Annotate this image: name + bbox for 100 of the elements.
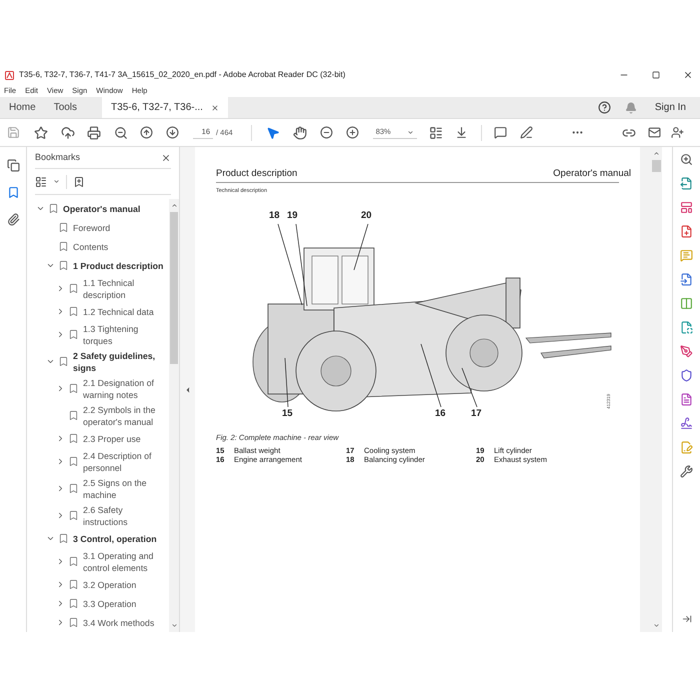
bookmark-icon [68, 383, 79, 394]
expand-panel-icon[interactable] [682, 614, 692, 624]
bookmark-item[interactable]: 2.4 Description of personnel [83, 450, 167, 474]
bookmark-item[interactable]: 2.2 Symbols in the operator's manual [83, 404, 167, 428]
scrollbar-thumb[interactable] [652, 160, 661, 172]
caret-icon[interactable] [406, 128, 414, 136]
options-icon[interactable] [35, 176, 47, 188]
expand-chevron-icon[interactable] [56, 457, 65, 466]
bookmark-item[interactable]: 1 Product description [73, 260, 164, 272]
callout-number: 15 [282, 408, 293, 418]
bookmark-item[interactable]: 1.3 Tightening torques [83, 322, 167, 346]
document-scan-icon[interactable] [680, 321, 693, 334]
collapse-chevron-icon[interactable] [46, 534, 55, 543]
bookmark-item[interactable]: 3.4 Work methods [83, 616, 154, 628]
previous-page-icon[interactable] [140, 126, 153, 139]
paperclip-icon[interactable] [6, 213, 20, 226]
zoom-in-circle-icon[interactable] [346, 126, 359, 139]
bookmark-item[interactable]: 2.6 Safety instructions [83, 504, 167, 528]
bookmark-item[interactable]: 2 Safety guidelines, signs [73, 350, 167, 374]
user-add-icon[interactable] [670, 126, 684, 139]
expand-chevron-icon[interactable] [56, 384, 65, 393]
bookmark-item[interactable]: 1.2 Technical data [83, 306, 154, 318]
help-icon[interactable] [598, 101, 611, 114]
expand-chevron-icon[interactable] [56, 599, 65, 608]
collapse-chevron-icon[interactable] [46, 261, 55, 270]
add-bookmark-icon[interactable] [73, 176, 85, 188]
maximize-icon[interactable] [652, 71, 660, 79]
scrollbar-thumb[interactable] [170, 212, 178, 364]
bookmark-icon[interactable] [6, 186, 20, 199]
columns-icon[interactable] [680, 297, 693, 310]
expand-chevron-icon[interactable] [56, 330, 65, 339]
hand-icon[interactable] [292, 126, 307, 140]
tab[interactable]: Home [0, 97, 45, 118]
collapse-chevron-icon[interactable] [36, 204, 45, 213]
bookmark-icon [58, 260, 69, 271]
expand-chevron-icon[interactable] [56, 580, 65, 589]
bookmark-icon [68, 617, 79, 628]
bookmark-icon [58, 356, 69, 367]
bookmark-item[interactable]: 1.1 Technical description [83, 276, 167, 300]
callout-number: 18 [269, 210, 280, 220]
pointer-icon[interactable] [266, 126, 280, 140]
bookmark-item[interactable]: 3.1 Operating and control elements [83, 550, 167, 574]
scroll-down-icon[interactable] [653, 622, 660, 629]
star-icon[interactable] [34, 126, 48, 140]
pen-icon[interactable] [520, 126, 533, 139]
search-icon[interactable] [680, 153, 693, 166]
pages-icon[interactable] [6, 159, 20, 172]
expand-chevron-icon[interactable] [56, 557, 65, 566]
bookmark-icon [68, 579, 79, 590]
comment-icon[interactable] [494, 126, 507, 139]
scrollbar[interactable] [169, 199, 179, 632]
cloud-upload-icon[interactable] [61, 126, 75, 140]
expand-chevron-icon[interactable] [56, 484, 65, 493]
mail-icon[interactable] [648, 126, 661, 139]
app-logo-icon [5, 70, 14, 80]
bookmark-item[interactable]: 2.5 Signs on the machine [83, 476, 167, 500]
bookmark-item[interactable]: 3 Control, operation [73, 532, 157, 544]
close-tab-icon[interactable] [210, 104, 219, 112]
bookmark-icon [68, 329, 79, 340]
zoom-out-circle-icon[interactable] [320, 126, 333, 139]
document-icon[interactable] [680, 393, 693, 406]
bookmark-item[interactable]: Foreword [73, 222, 110, 234]
expand-chevron-icon[interactable] [56, 511, 65, 520]
bookmark-item[interactable]: 3.2 Operation [83, 578, 136, 590]
scroll-up-icon[interactable] [653, 150, 660, 157]
shield-icon[interactable] [680, 369, 693, 382]
wrench-icon[interactable] [680, 465, 693, 478]
bookmark-icon [68, 598, 79, 609]
close-icon[interactable] [683, 70, 693, 80]
expand-chevron-icon[interactable] [56, 618, 65, 627]
expand-chevron-icon[interactable] [56, 307, 65, 316]
tab[interactable]: Tools [44, 97, 86, 118]
bookmark-item[interactable]: 2.3 Proper use [83, 432, 141, 444]
collapse-chevron-icon[interactable] [46, 357, 55, 366]
bookmark-item[interactable]: 3.3 Operation [83, 598, 136, 610]
bookmark-item[interactable]: Operator's manual [63, 202, 140, 214]
panel-title: Bookmarks [35, 150, 80, 164]
bookmark-icon [68, 283, 79, 294]
zoom-out-icon[interactable] [114, 126, 128, 140]
pen-icon[interactable] [680, 345, 693, 358]
document-export-icon[interactable] [680, 177, 693, 190]
next-page-icon[interactable] [166, 126, 179, 139]
tab[interactable]: T35-6, T32-7, T36-... [102, 97, 228, 118]
document-import-icon[interactable] [680, 273, 693, 286]
expand-chevron-icon[interactable] [56, 284, 65, 293]
scroll-up-icon[interactable] [170, 202, 178, 209]
scroll-down-icon[interactable] [170, 622, 178, 629]
printer-icon[interactable] [87, 126, 101, 140]
expand-chevron-icon[interactable] [56, 434, 65, 443]
close-icon[interactable] [161, 152, 171, 162]
bookmark-item[interactable]: 2.1 Designation of warning notes [83, 376, 167, 400]
document-add-icon[interactable] [680, 225, 693, 238]
page-layout-icon[interactable] [428, 126, 443, 140]
bookmark-icon [58, 241, 69, 252]
bookmark-item[interactable]: Contents [73, 240, 108, 252]
caret-icon[interactable] [53, 178, 60, 185]
sign-in-link[interactable]: Sign In [654, 100, 686, 115]
signature-icon[interactable] [680, 417, 693, 430]
layout-icon[interactable] [680, 201, 693, 214]
bookmark-icon [58, 222, 69, 233]
